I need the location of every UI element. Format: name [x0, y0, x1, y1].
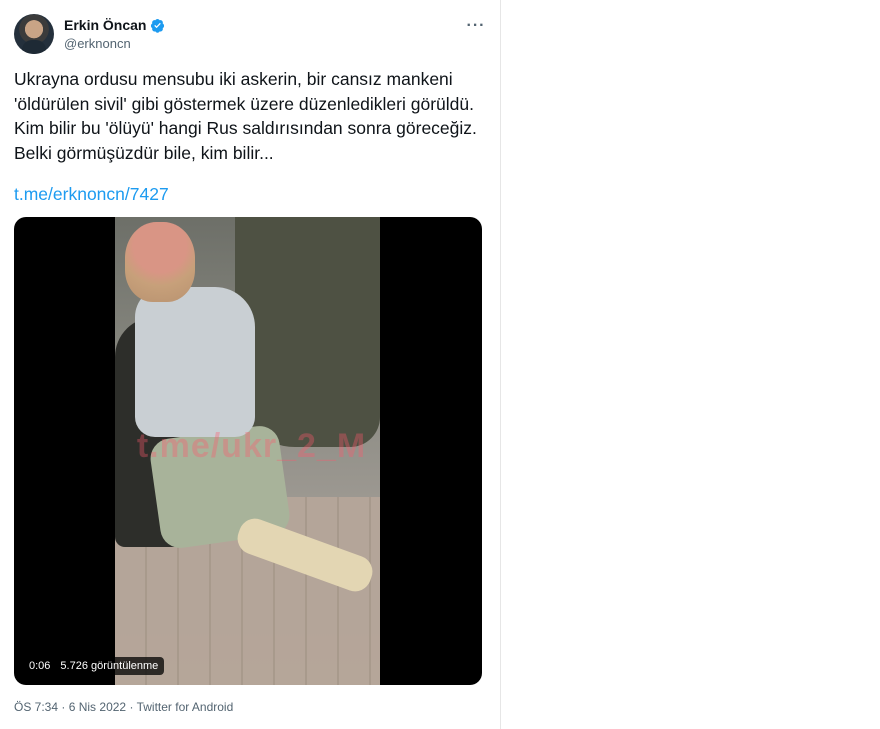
tweet-time[interactable]: ÖS 7:34: [14, 700, 58, 714]
meta-separator: ·: [61, 700, 66, 714]
meta-separator: ·: [129, 700, 134, 714]
avatar[interactable]: [14, 14, 54, 54]
video-views: 5.726 görüntülenme: [60, 660, 159, 672]
more-options-button[interactable]: ···: [466, 16, 486, 36]
tweet-date[interactable]: 6 Nis 2022: [69, 700, 126, 714]
tweet-link[interactable]: t.me/erknoncn/7427: [14, 184, 169, 205]
author-handle[interactable]: @erknoncn: [64, 36, 131, 51]
tweet-meta: ÖS 7:34 · 6 Nis 2022 · Twitter for Andro…: [14, 700, 233, 714]
tweet-source[interactable]: Twitter for Android: [137, 700, 234, 714]
video-time: 0:06: [29, 660, 51, 672]
verified-badge-icon: [151, 18, 165, 33]
tweet-card: Erkin Öncan @erknoncn ··· Ukrayna ordusu…: [0, 0, 501, 729]
author-row: Erkin Öncan: [64, 17, 165, 33]
author-name[interactable]: Erkin Öncan: [64, 17, 146, 33]
video-info-badge: 0:06 5.726 görüntülenme: [23, 657, 165, 675]
more-horizontal-icon: ···: [466, 17, 486, 34]
video-watermark: t.me/ukr_2_M: [136, 427, 367, 465]
video-player[interactable]: t.me/ukr_2_M 0:06 5.726 görüntülenme: [14, 217, 482, 685]
tweet-text: Ukrayna ordusu mensubu iki askerin, bir …: [14, 69, 477, 163]
